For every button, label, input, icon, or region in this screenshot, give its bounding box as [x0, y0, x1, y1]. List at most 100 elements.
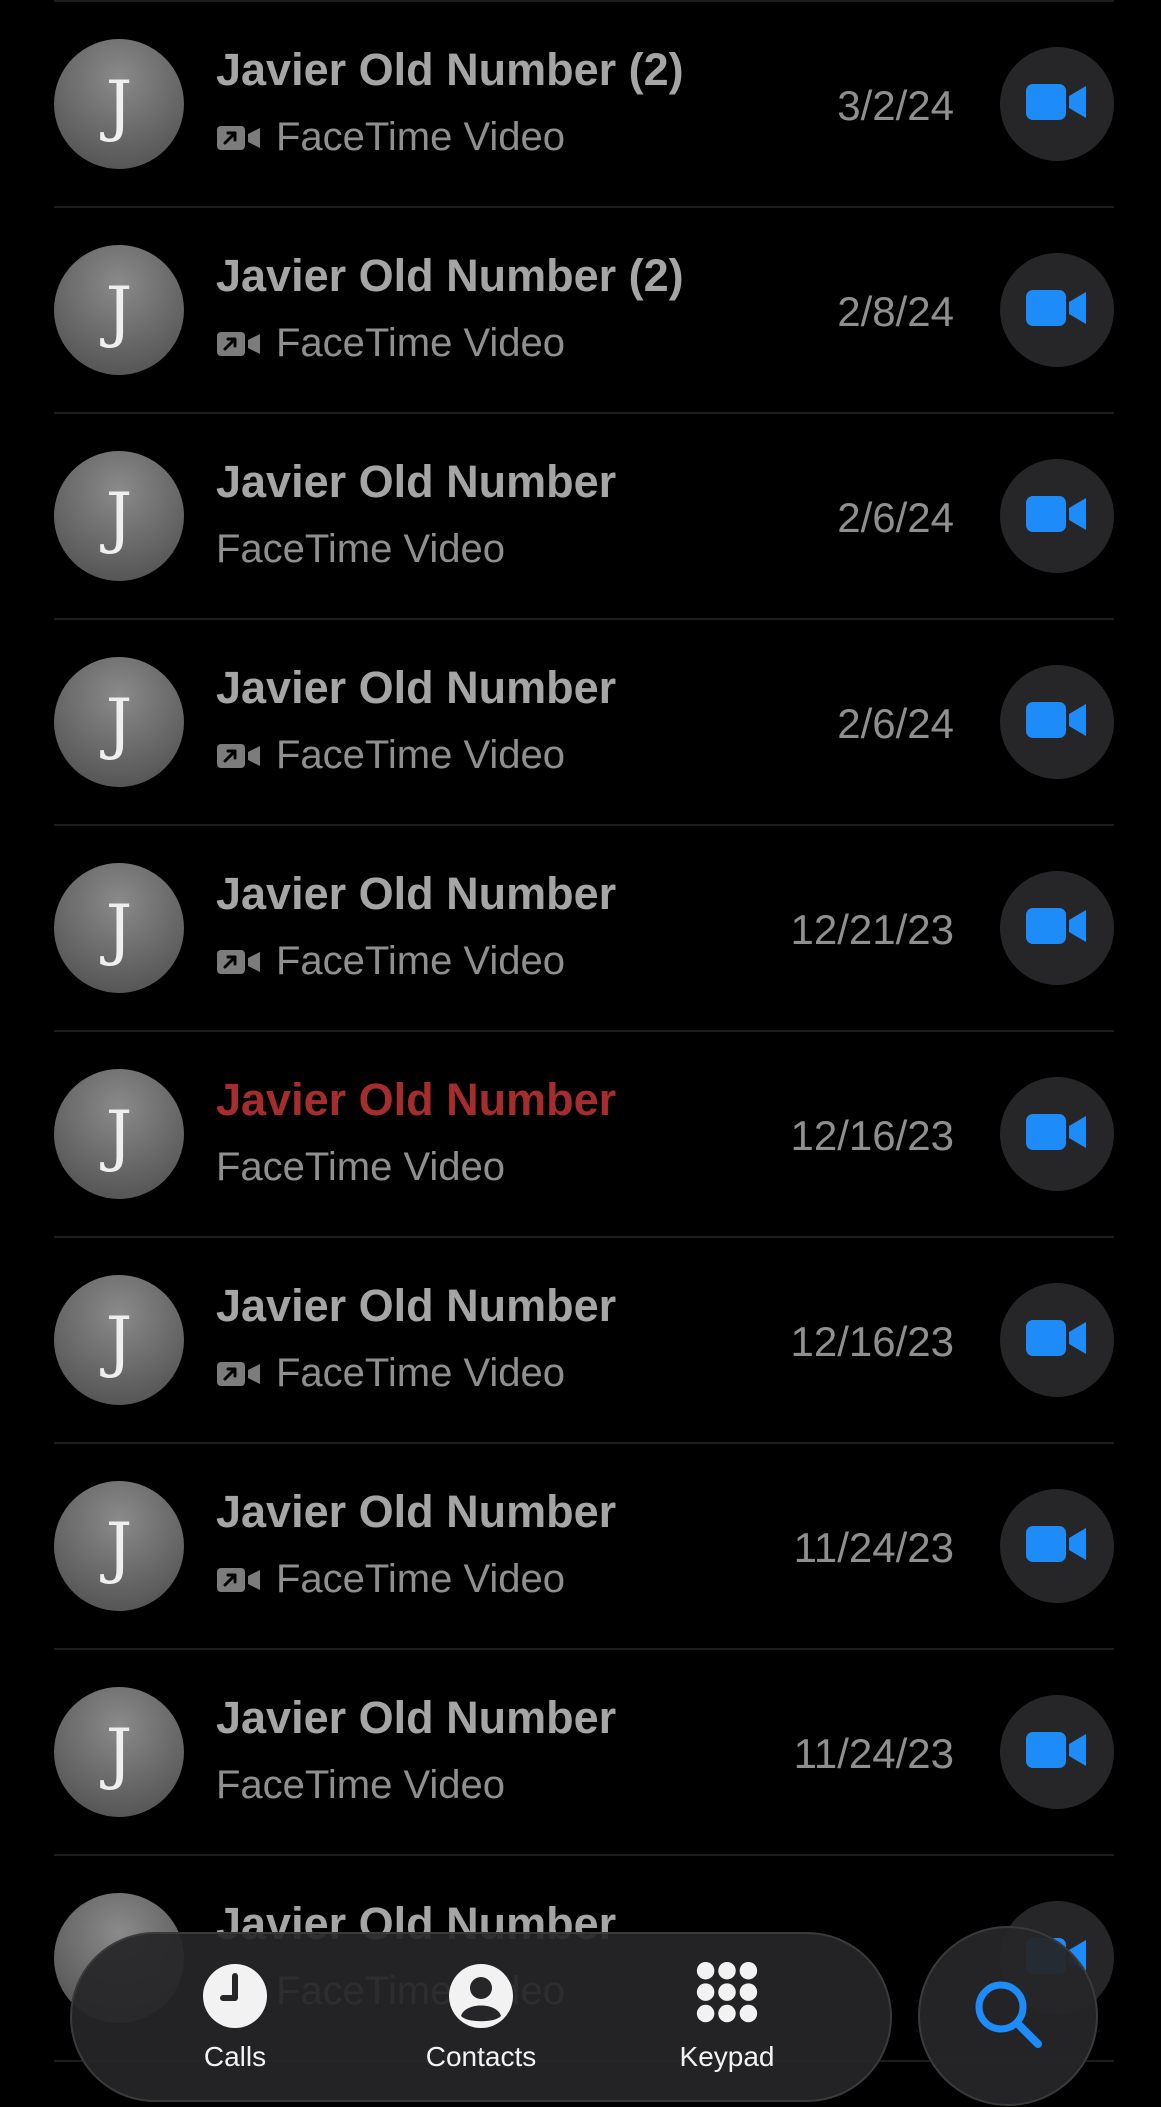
- avatar-initial: J: [105, 1509, 133, 1586]
- call-type-line: FaceTime Video: [216, 1763, 505, 1808]
- tab-contacts-label: Contacts: [425, 2041, 537, 2072]
- facetime-video-button[interactable]: [1000, 459, 1114, 573]
- facetime-video-button[interactable]: [1000, 1077, 1114, 1191]
- video-camera-icon: [1026, 1318, 1088, 1363]
- caller-name: Javier Old Number: [216, 1280, 617, 1331]
- call-type-line: FaceTime Video: [216, 733, 565, 778]
- avatar-initial: J: [105, 891, 133, 968]
- call-type-label: FaceTime Video: [276, 1351, 566, 1395]
- contact-avatar[interactable]: J: [54, 39, 184, 169]
- tab-contacts[interactable]: Contacts: [381, 1961, 581, 2073]
- search-button[interactable]: [918, 1926, 1098, 2106]
- facetime-video-button[interactable]: [1000, 665, 1114, 779]
- video-camera-icon: [1026, 82, 1088, 127]
- call-date: 2/6/24: [837, 700, 954, 747]
- call-type-label: FaceTime Video: [276, 115, 566, 159]
- call-date: 12/16/23: [790, 1318, 955, 1365]
- call-row-5[interactable]: J Javier Old Number FaceTime Video 12/21…: [54, 826, 1114, 1032]
- facetime-video-button[interactable]: [1000, 1283, 1114, 1397]
- avatar-initial: J: [105, 273, 133, 350]
- outgoing-video-call-icon: [216, 947, 266, 977]
- call-date: 2/6/24: [837, 494, 954, 541]
- contact-avatar[interactable]: J: [54, 657, 184, 787]
- person-circle-icon: [446, 1961, 516, 2031]
- caller-name: Javier Old Number (2): [216, 250, 684, 301]
- avatar-initial: J: [105, 1097, 133, 1174]
- caller-name: Javier Old Number: [216, 1074, 617, 1125]
- tab-calls[interactable]: Calls: [135, 1961, 335, 2073]
- call-type-label: FaceTime Video: [216, 1145, 506, 1189]
- outgoing-video-call-icon: [216, 1565, 266, 1595]
- contact-avatar[interactable]: J: [54, 1069, 184, 1199]
- avatar-initial: J: [105, 685, 133, 762]
- call-type-line: FaceTime Video: [216, 1557, 565, 1602]
- avatar-initial: J: [105, 1715, 133, 1792]
- outgoing-video-call-icon: [216, 1359, 266, 1389]
- caller-name: Javier Old Number: [216, 868, 617, 919]
- call-type-label: FaceTime Video: [276, 733, 566, 777]
- contact-avatar[interactable]: J: [54, 863, 184, 993]
- facetime-video-button[interactable]: [1000, 1695, 1114, 1809]
- keypad-grid-icon: [692, 1961, 762, 2031]
- call-type-label: FaceTime Video: [276, 939, 566, 983]
- call-row-1[interactable]: J Javier Old Number (2) FaceTime Video 3…: [54, 2, 1114, 208]
- call-type-line: FaceTime Video: [216, 527, 505, 572]
- caller-name: Javier Old Number: [216, 662, 617, 713]
- contact-avatar[interactable]: J: [54, 245, 184, 375]
- caller-name: Javier Old Number: [216, 1692, 617, 1743]
- caller-name: Javier Old Number: [216, 456, 617, 507]
- call-date: 11/24/23: [793, 1730, 954, 1777]
- call-date: 2/8/24: [837, 288, 954, 335]
- video-camera-icon: [1026, 1524, 1088, 1569]
- outgoing-video-call-icon: [216, 329, 266, 359]
- call-date: 12/16/23: [790, 1112, 955, 1159]
- contact-avatar[interactable]: J: [54, 1275, 184, 1405]
- video-camera-icon: [1026, 906, 1088, 951]
- call-row-7[interactable]: J Javier Old Number FaceTime Video 12/16…: [54, 1238, 1114, 1444]
- caller-name: Javier Old Number (2): [216, 44, 684, 95]
- call-type-label: FaceTime Video: [216, 527, 506, 571]
- call-date: 12/21/23: [790, 906, 955, 953]
- call-row-4[interactable]: J Javier Old Number FaceTime Video 2/6/2…: [54, 620, 1114, 826]
- recents-call-list: J Javier Old Number (2) FaceTime Video 3…: [0, 2, 1161, 2062]
- contact-avatar[interactable]: J: [54, 1481, 184, 1611]
- avatar-initial: J: [105, 67, 133, 144]
- tab-bar: Calls Contacts Keypad: [70, 1932, 892, 2102]
- outgoing-video-call-icon: [216, 123, 266, 153]
- video-camera-icon: [1026, 288, 1088, 333]
- contact-avatar[interactable]: J: [54, 1687, 184, 1817]
- video-camera-icon: [1026, 700, 1088, 745]
- call-date: 11/24/23: [793, 1524, 954, 1571]
- call-row-9[interactable]: J Javier Old Number FaceTime Video 11/24…: [54, 1650, 1114, 1856]
- facetime-video-button[interactable]: [1000, 1489, 1114, 1603]
- call-row-8[interactable]: J Javier Old Number FaceTime Video 11/24…: [54, 1444, 1114, 1650]
- call-type-line: FaceTime Video: [216, 1145, 505, 1190]
- tab-calls-label: Calls: [203, 2041, 267, 2072]
- video-camera-icon: [1026, 1112, 1088, 1157]
- call-type-line: FaceTime Video: [216, 1351, 565, 1396]
- call-type-label: FaceTime Video: [276, 321, 566, 365]
- facetime-video-button[interactable]: [1000, 871, 1114, 985]
- avatar-initial: J: [105, 479, 133, 556]
- video-camera-icon: [1026, 494, 1088, 539]
- caller-name: Javier Old Number: [216, 1486, 617, 1537]
- call-row-3[interactable]: J Javier Old Number FaceTime Video 2/6/2…: [54, 414, 1114, 620]
- call-type-label: FaceTime Video: [216, 1763, 506, 1807]
- call-type-line: FaceTime Video: [216, 939, 565, 984]
- call-row-6[interactable]: J Javier Old Number FaceTime Video 12/16…: [54, 1032, 1114, 1238]
- search-icon: [970, 1976, 1046, 2057]
- call-type-label: FaceTime Video: [276, 1557, 566, 1601]
- avatar-initial: J: [105, 1303, 133, 1380]
- outgoing-video-call-icon: [216, 741, 266, 771]
- call-date: 3/2/24: [837, 82, 954, 129]
- facetime-video-button[interactable]: [1000, 253, 1114, 367]
- video-camera-icon: [1026, 1730, 1088, 1775]
- call-type-line: FaceTime Video: [216, 115, 565, 160]
- clock-icon: [200, 1961, 270, 2031]
- call-type-line: FaceTime Video: [216, 321, 565, 366]
- call-row-2[interactable]: J Javier Old Number (2) FaceTime Video 2…: [54, 208, 1114, 414]
- facetime-video-button[interactable]: [1000, 47, 1114, 161]
- tab-keypad[interactable]: Keypad: [627, 1961, 827, 2073]
- tab-keypad-label: Keypad: [679, 2041, 775, 2072]
- contact-avatar[interactable]: J: [54, 451, 184, 581]
